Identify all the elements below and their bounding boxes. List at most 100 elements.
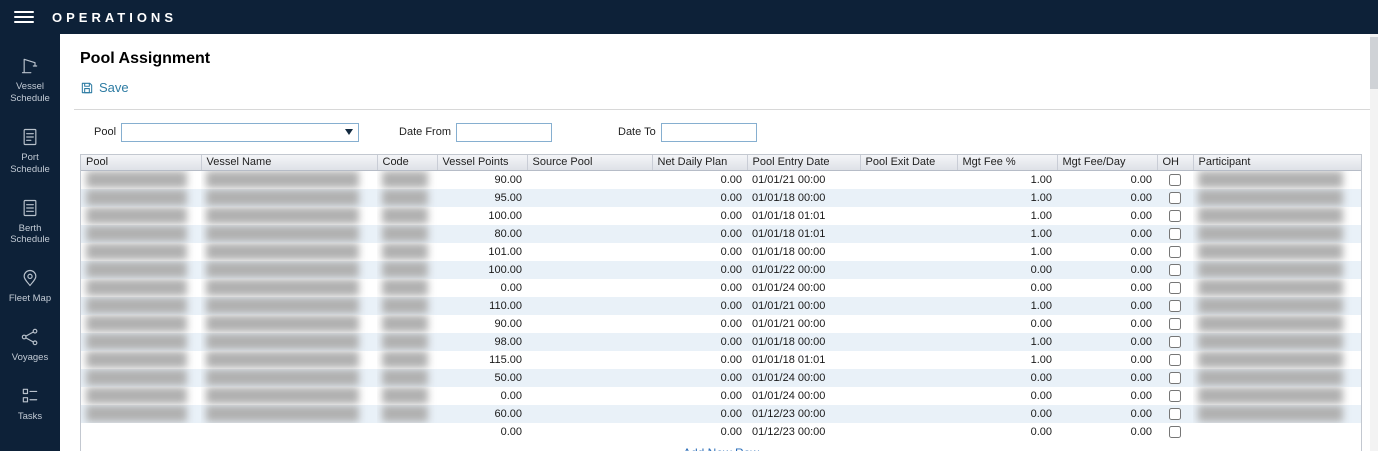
- oh-checkbox[interactable]: [1169, 354, 1181, 366]
- date-from-input[interactable]: [456, 123, 552, 142]
- oh-checkbox[interactable]: [1169, 282, 1181, 294]
- vessel-points-cell: 95.00: [437, 189, 527, 207]
- scrollbar[interactable]: [1370, 34, 1378, 451]
- redacted-data: [382, 405, 428, 422]
- pool-entry-date-cell: 01/01/18 01:01: [747, 225, 860, 243]
- mgt-fee-day-cell: 0.00: [1057, 423, 1157, 441]
- date-to-input[interactable]: [661, 123, 757, 142]
- chevron-down-icon: [345, 129, 353, 135]
- table-row[interactable]: 90.000.0001/01/21 00:001.000.00: [81, 171, 1361, 189]
- code-cell: [377, 405, 437, 423]
- pool-cell: [81, 387, 201, 405]
- table-row[interactable]: 60.000.0001/12/23 00:000.000.00: [81, 405, 1361, 423]
- redacted-data: [1198, 387, 1343, 404]
- pool-exit-date-cell: [860, 297, 957, 315]
- table-row[interactable]: 50.000.0001/01/24 00:000.000.00: [81, 369, 1361, 387]
- net-daily-plan-cell: 0.00: [652, 189, 747, 207]
- redacted-data: [86, 369, 187, 386]
- participant-cell: [1193, 243, 1361, 261]
- pool-exit-date-cell: [860, 243, 957, 261]
- net-daily-plan-cell: 0.00: [652, 279, 747, 297]
- table-row[interactable]: 115.000.0001/01/18 01:011.000.00: [81, 351, 1361, 369]
- table-row[interactable]: 110.000.0001/01/21 00:001.000.00: [81, 297, 1361, 315]
- oh-checkbox[interactable]: [1169, 408, 1181, 420]
- sidebar-item-vessel-schedule[interactable]: Vessel Schedule: [1, 56, 59, 105]
- top-bar: OPERATIONS: [0, 0, 1378, 34]
- pool-cell: [81, 405, 201, 423]
- sidebar-item-berth-schedule[interactable]: Berth Schedule: [1, 198, 59, 247]
- menu-icon[interactable]: [14, 11, 34, 23]
- pool-exit-date-cell: [860, 405, 957, 423]
- pool-entry-date-cell: 01/01/18 01:01: [747, 207, 860, 225]
- table-row[interactable]: 95.000.0001/01/18 00:001.000.00: [81, 189, 1361, 207]
- mgt-fee-pct-cell: 0.00: [957, 423, 1057, 441]
- redacted-data: [206, 261, 359, 278]
- table-row[interactable]: 0.000.0001/12/23 00:000.000.00: [81, 423, 1361, 441]
- oh-checkbox[interactable]: [1169, 174, 1181, 186]
- code-cell: [377, 243, 437, 261]
- redacted-data: [206, 225, 359, 242]
- mgt-fee-pct-cell: 1.00: [957, 351, 1057, 369]
- oh-checkbox[interactable]: [1169, 390, 1181, 402]
- net-daily-plan-cell: 0.00: [652, 207, 747, 225]
- add-new-row-link[interactable]: Add New Row: [683, 446, 759, 451]
- oh-checkbox[interactable]: [1169, 336, 1181, 348]
- redacted-data: [206, 171, 359, 188]
- oh-checkbox[interactable]: [1169, 210, 1181, 222]
- pool-cell: [81, 261, 201, 279]
- participant-cell: [1193, 279, 1361, 297]
- sidebar-item-port-schedule[interactable]: Port Schedule: [1, 127, 59, 176]
- oh-checkbox[interactable]: [1169, 300, 1181, 312]
- vessel-points-cell: 0.00: [437, 423, 527, 441]
- redacted-data: [206, 369, 359, 386]
- pool-entry-date-cell: 01/01/21 00:00: [747, 171, 860, 189]
- oh-checkbox[interactable]: [1169, 228, 1181, 240]
- sidebar-item-fleet-map[interactable]: Fleet Map: [1, 268, 59, 305]
- vessel-points-cell: 100.00: [437, 207, 527, 225]
- mgt-fee-pct-cell: 0.00: [957, 279, 1057, 297]
- redacted-data: [86, 297, 187, 314]
- redacted-data: [206, 405, 359, 422]
- net-daily-plan-cell: 0.00: [652, 261, 747, 279]
- table-row[interactable]: 0.000.0001/01/24 00:000.000.00: [81, 387, 1361, 405]
- scrollbar-thumb[interactable]: [1370, 37, 1378, 89]
- sidebar-item-tasks[interactable]: Tasks: [1, 386, 59, 423]
- sidebar-item-voyages[interactable]: Voyages: [1, 327, 59, 364]
- vessel-points-cell: 115.00: [437, 351, 527, 369]
- table-row[interactable]: 100.000.0001/01/22 00:000.000.00: [81, 261, 1361, 279]
- redacted-data: [382, 315, 428, 332]
- redacted-data: [1198, 207, 1343, 224]
- column-header: Pool: [81, 155, 201, 171]
- source-pool-cell: [527, 405, 652, 423]
- redacted-data: [1198, 315, 1343, 332]
- net-daily-plan-cell: 0.00: [652, 351, 747, 369]
- pool-exit-date-cell: [860, 171, 957, 189]
- pool-select[interactable]: [121, 123, 359, 142]
- table-row[interactable]: 98.000.0001/01/18 00:001.000.00: [81, 333, 1361, 351]
- redacted-data: [382, 261, 428, 278]
- redacted-data: [382, 387, 428, 404]
- oh-checkbox[interactable]: [1169, 192, 1181, 204]
- redacted-data: [86, 189, 187, 206]
- table-row[interactable]: 100.000.0001/01/18 01:011.000.00: [81, 207, 1361, 225]
- oh-checkbox[interactable]: [1169, 264, 1181, 276]
- redacted-data: [206, 243, 359, 260]
- table-row[interactable]: 80.000.0001/01/18 01:011.000.00: [81, 225, 1361, 243]
- redacted-data: [206, 333, 359, 350]
- oh-checkbox[interactable]: [1169, 426, 1181, 438]
- vessel-points-cell: 90.00: [437, 171, 527, 189]
- table-row[interactable]: 0.000.0001/01/24 00:000.000.00: [81, 279, 1361, 297]
- oh-checkbox[interactable]: [1169, 318, 1181, 330]
- vessel-name-cell: [201, 261, 377, 279]
- oh-checkbox[interactable]: [1169, 246, 1181, 258]
- table-row[interactable]: 101.000.0001/01/18 00:001.000.00: [81, 243, 1361, 261]
- redacted-data: [1198, 171, 1343, 188]
- save-button[interactable]: Save: [80, 80, 129, 95]
- pool-exit-date-cell: [860, 189, 957, 207]
- participant-cell: [1193, 423, 1361, 441]
- column-header: Pool Entry Date: [747, 155, 860, 171]
- table-row[interactable]: 90.000.0001/01/21 00:000.000.00: [81, 315, 1361, 333]
- net-daily-plan-cell: 0.00: [652, 315, 747, 333]
- oh-checkbox[interactable]: [1169, 372, 1181, 384]
- code-cell: [377, 315, 437, 333]
